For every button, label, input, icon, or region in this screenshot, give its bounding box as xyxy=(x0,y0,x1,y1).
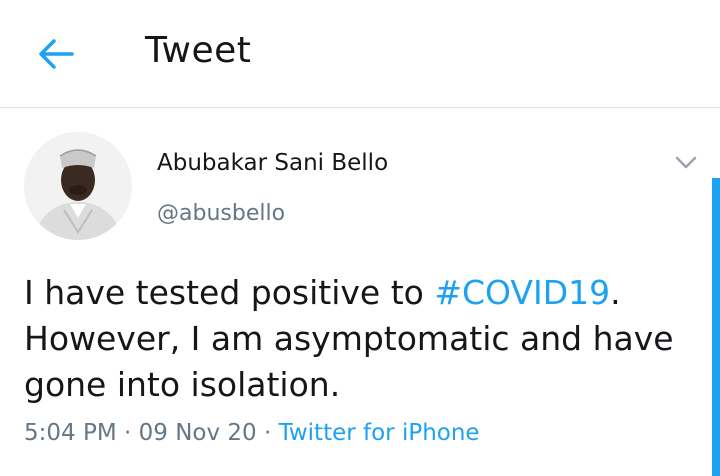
more-options-button[interactable] xyxy=(672,150,700,176)
page-title: Tweet xyxy=(145,30,252,71)
chevron-down-icon xyxy=(675,156,697,169)
back-button[interactable] xyxy=(34,34,78,74)
author-name[interactable]: Abubakar Sani Bello xyxy=(157,150,388,176)
tweet-source-link[interactable]: Twitter for iPhone xyxy=(279,420,480,446)
tweet-date: 09 Nov 20 xyxy=(138,420,257,446)
meta-separator: · xyxy=(116,420,139,446)
meta-separator: · xyxy=(256,420,279,446)
avatar-image xyxy=(24,132,132,240)
arrow-left-icon xyxy=(39,39,74,69)
tweet-text: I have tested positive to #COVID19. Howe… xyxy=(24,270,704,408)
tweet-meta: 5:04 PM · 09 Nov 20 · Twitter for iPhone xyxy=(24,420,480,446)
tweet-text-start: I have tested positive to xyxy=(24,273,435,312)
scrollbar[interactable] xyxy=(712,178,720,476)
tweet-time: 5:04 PM xyxy=(24,420,117,446)
hashtag-link[interactable]: #COVID19 xyxy=(434,273,610,312)
avatar[interactable] xyxy=(24,132,132,240)
top-bar: Tweet xyxy=(0,0,720,108)
author-handle[interactable]: @abusbello xyxy=(157,201,285,226)
